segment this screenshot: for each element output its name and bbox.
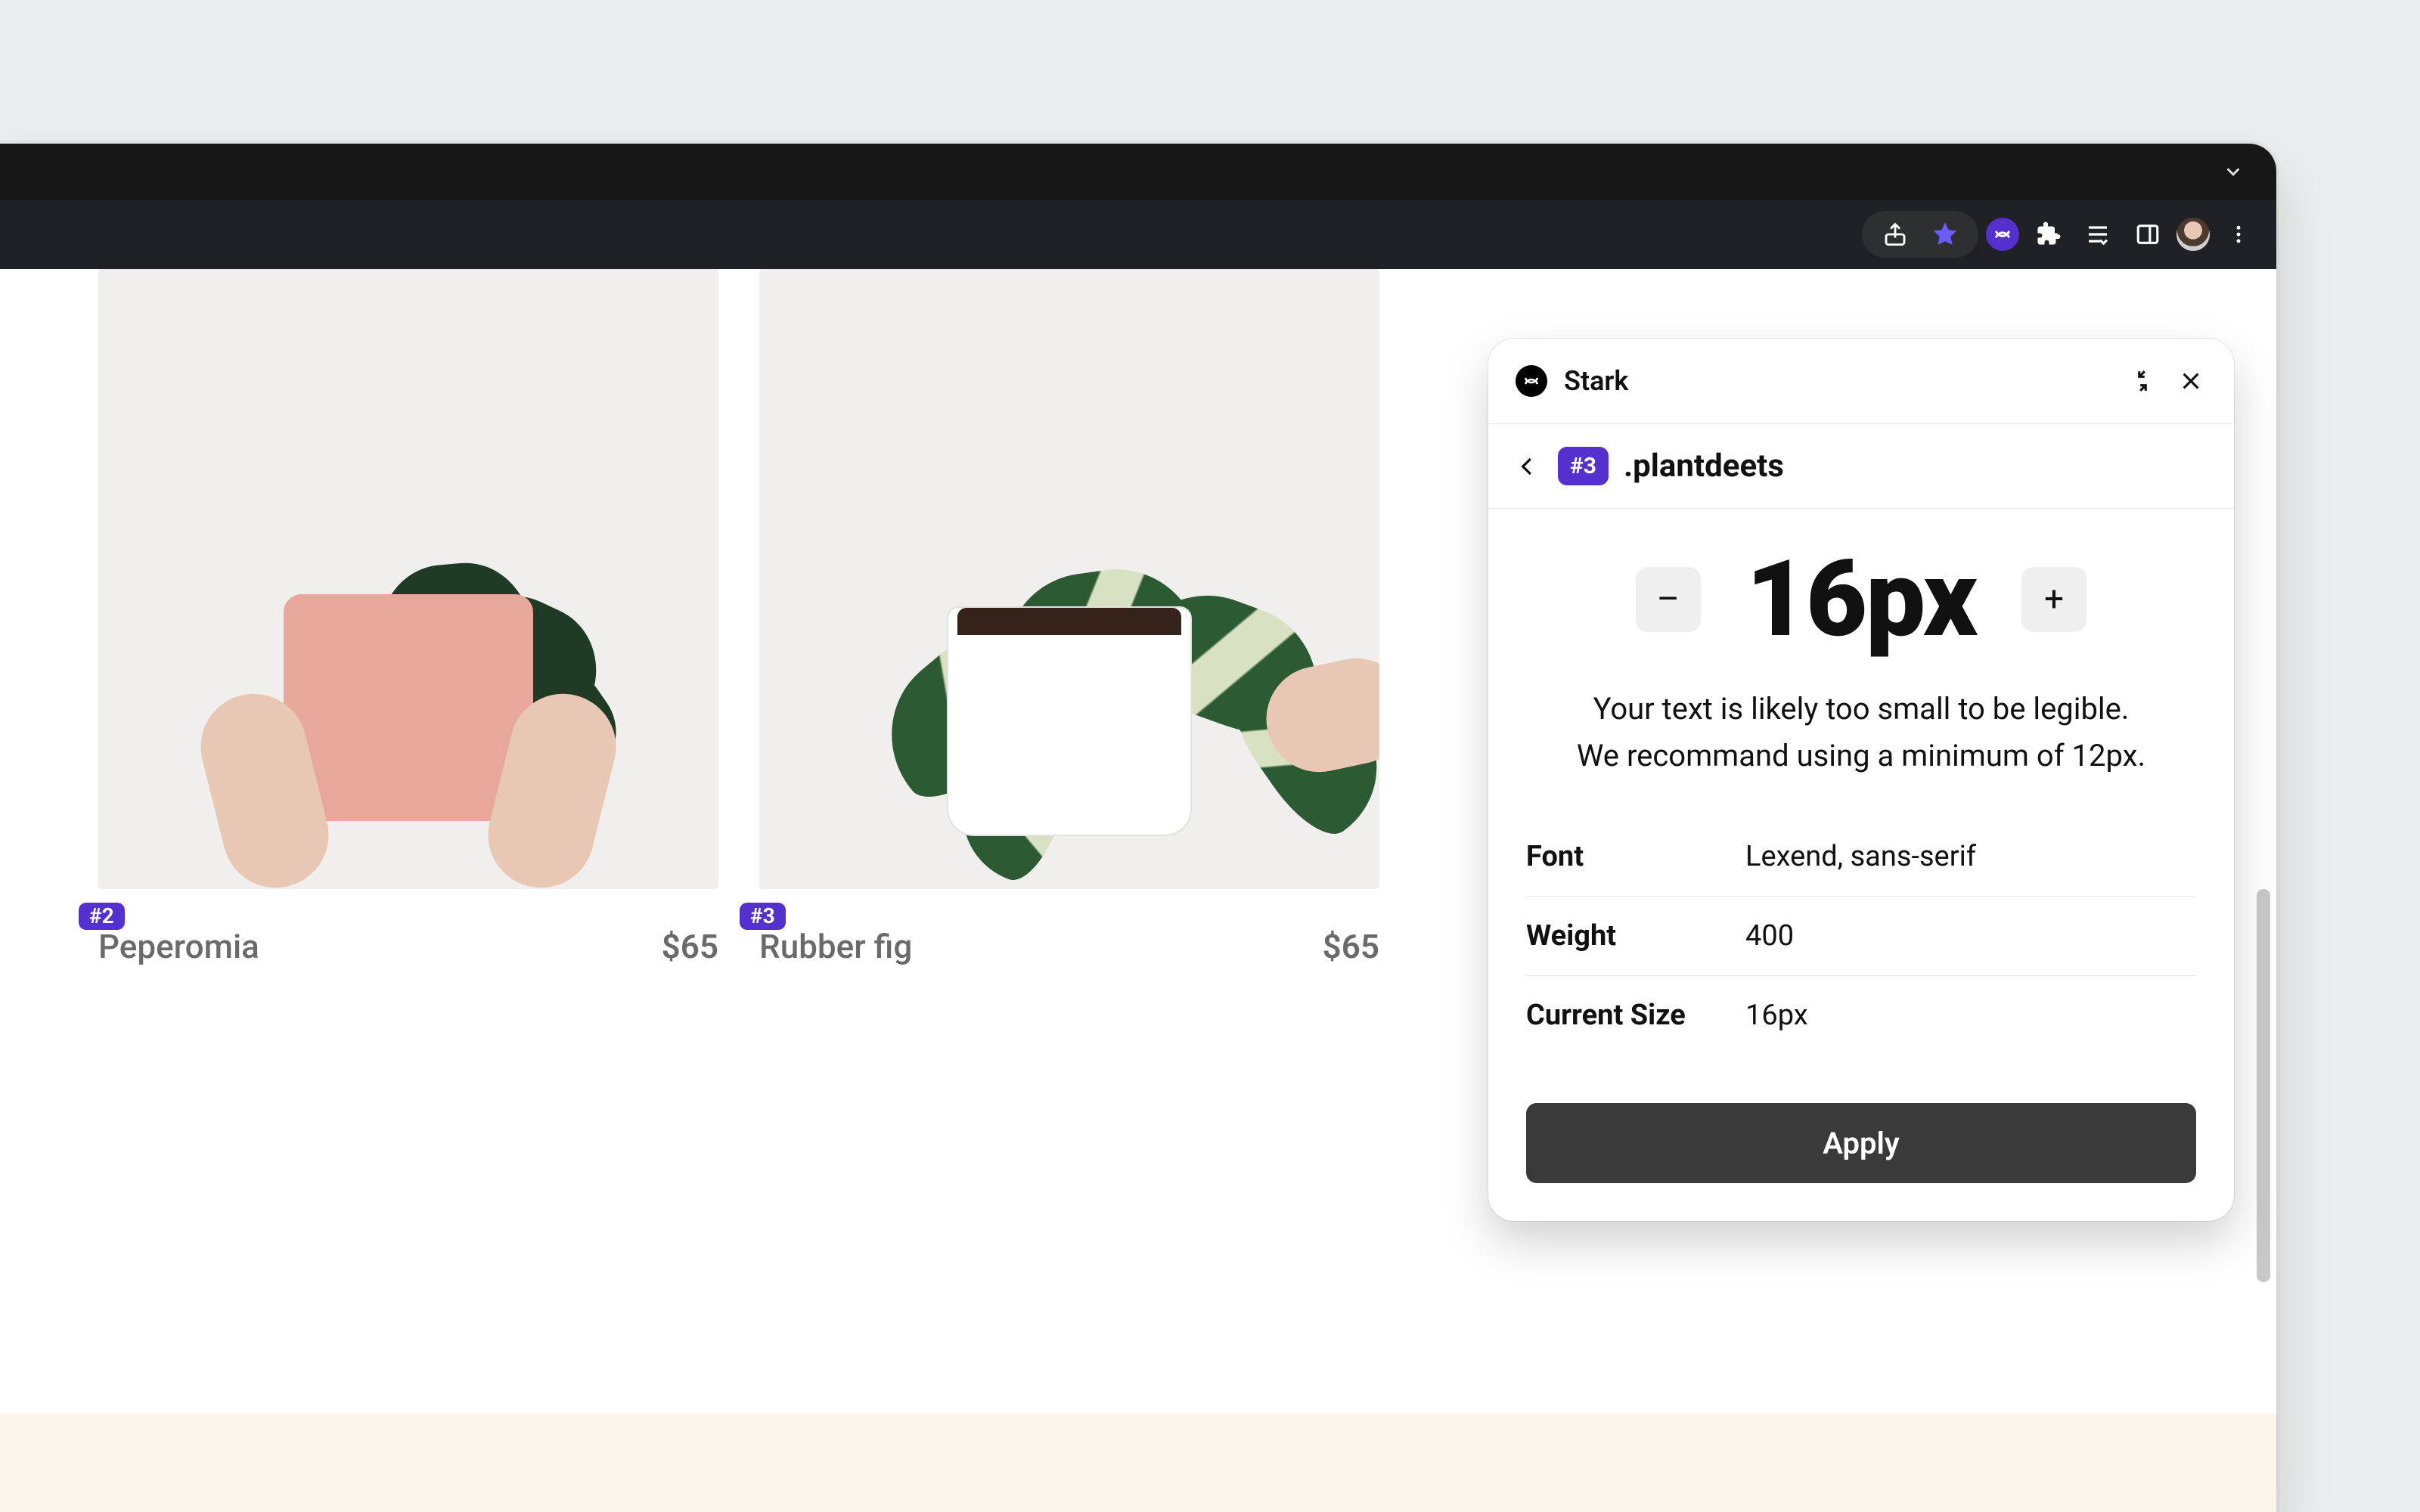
advice-line: Your text is likely too small to be legi… [1526,686,2196,733]
breadcrumb: #3 .plantdeets [1488,424,2234,509]
size-preview: – 16px + Your text is likely too small t… [1488,509,2234,810]
star-icon[interactable] [1928,218,1962,251]
increase-button[interactable]: + [2021,567,2086,632]
property-row: Font Lexend, sans-serif [1526,817,2196,897]
product-card[interactable]: #2 Peperomia $65 [98,269,718,966]
kebab-menu-icon[interactable] [2217,213,2260,256]
share-icon[interactable] [1879,218,1912,251]
footer-strip [0,1414,2276,1512]
product-photo [98,269,718,889]
stark-panel: Stark #3 .plantdeets – 16px + Your te [1488,339,2234,1221]
tab-strip [0,144,2276,200]
product-card[interactable]: #3 Rubber fig $65 [759,269,1379,966]
product-name: Rubber fig [759,927,912,966]
browser-window: $65 #2 Peperomia $65 [0,144,2276,1512]
size-value: 16px [1746,547,1976,652]
properties-list: Font Lexend, sans-serif Weight 400 Curre… [1488,810,2234,1091]
property-value: 16px [1745,999,1808,1032]
product-photo [759,269,1379,889]
product-price: $65 [1323,927,1379,966]
annotation-badge[interactable]: #2 [79,903,125,930]
crumb-badge: #3 [1558,447,1609,485]
collapse-icon[interactable] [2127,365,2158,397]
omnibox-actions [1862,211,1978,258]
property-label: Font [1526,840,1745,873]
advice-line: We recommand using a minimum of 12px. [1526,733,2196,779]
apply-button[interactable]: Apply [1526,1103,2196,1183]
close-icon[interactable] [2175,365,2207,397]
panel-title: Stark [1564,365,1628,397]
scrollbar[interactable] [2257,889,2270,1282]
property-value: 400 [1745,919,1794,953]
tabs-dropdown-icon[interactable] [2222,160,2245,183]
property-row: Current Size 16px [1526,976,2196,1055]
advice-text: Your text is likely too small to be legi… [1526,686,2196,779]
property-value: Lexend, sans-serif [1745,840,1976,873]
product-price: $65 [662,927,718,966]
stark-logo-icon [1516,365,1547,397]
profile-avatar[interactable] [2176,218,2210,251]
side-panel-icon[interactable] [2127,213,2169,256]
panel-header: Stark [1488,339,2234,424]
property-row: Weight 400 [1526,897,2196,976]
css-selector: .plantdeets [1624,448,1784,485]
annotation-badge[interactable]: #3 [740,903,786,930]
reading-list-icon[interactable] [2077,213,2119,256]
property-label: Weight [1526,919,1745,953]
property-label: Current Size [1526,999,1745,1032]
decrease-button[interactable]: – [1636,567,1701,632]
stark-extension-icon[interactable] [1986,218,2019,251]
product-name: Peperomia [98,927,259,966]
apply-button-label: Apply [1823,1126,1899,1161]
extensions-icon[interactable] [2027,213,2069,256]
back-button[interactable] [1512,451,1543,482]
browser-toolbar [0,200,2276,269]
